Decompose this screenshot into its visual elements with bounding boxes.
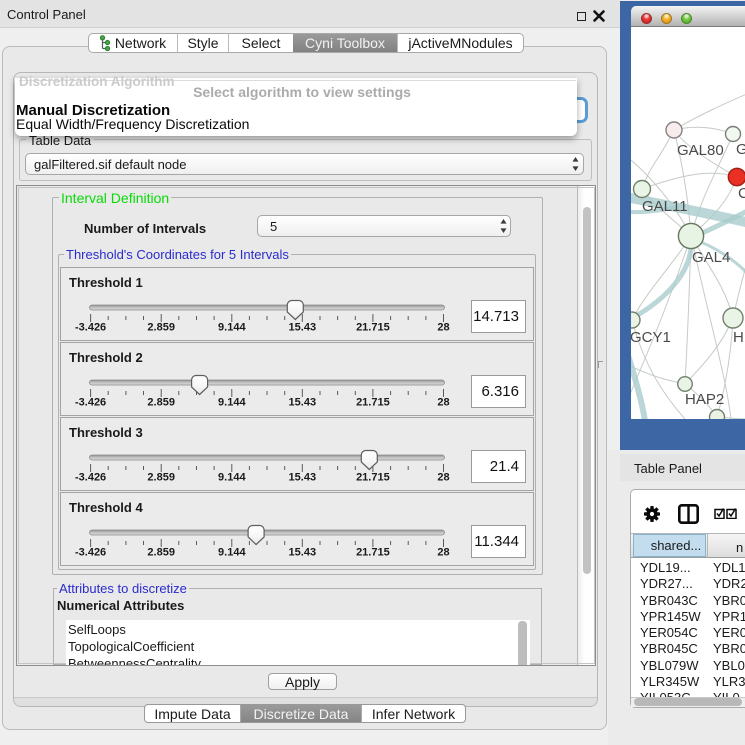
svg-text:HAP2: HAP2 [685, 391, 724, 408]
svg-text:9.144: 9.144 [218, 547, 246, 559]
svg-text:15.43: 15.43 [289, 547, 317, 559]
svg-text:9.144: 9.144 [218, 397, 246, 409]
svg-text:C: C [738, 185, 745, 202]
svg-text:21.715: 21.715 [356, 547, 390, 559]
svg-text:GAL80: GAL80 [677, 142, 724, 159]
svg-text:28: 28 [437, 322, 449, 334]
svg-text:28: 28 [437, 397, 449, 409]
svg-text:H: H [733, 329, 744, 346]
svg-text:9.144: 9.144 [218, 472, 246, 484]
svg-text:9.144: 9.144 [218, 322, 246, 334]
svg-text:2.859: 2.859 [147, 397, 175, 409]
svg-text:-3.426: -3.426 [75, 322, 106, 334]
svg-text:GAL11: GAL11 [642, 198, 688, 215]
svg-text:28: 28 [437, 472, 449, 484]
svg-text:15.43: 15.43 [289, 472, 317, 484]
svg-text:G.: G. [736, 141, 745, 158]
svg-text:GAL4: GAL4 [692, 249, 730, 266]
svg-text:-3.426: -3.426 [75, 397, 106, 409]
svg-text:GCY1: GCY1 [631, 329, 671, 346]
svg-text:15.43: 15.43 [289, 322, 317, 334]
svg-text:-3.426: -3.426 [75, 547, 106, 559]
svg-text:21.715: 21.715 [356, 322, 390, 334]
svg-text:21.715: 21.715 [356, 472, 390, 484]
svg-text:-3.426: -3.426 [75, 472, 106, 484]
svg-text:28: 28 [437, 547, 449, 559]
svg-text:15.43: 15.43 [289, 397, 317, 409]
svg-text:21.715: 21.715 [356, 397, 390, 409]
svg-text:2.859: 2.859 [147, 472, 175, 484]
svg-text:2.859: 2.859 [147, 547, 175, 559]
svg-text:2.859: 2.859 [147, 322, 175, 334]
